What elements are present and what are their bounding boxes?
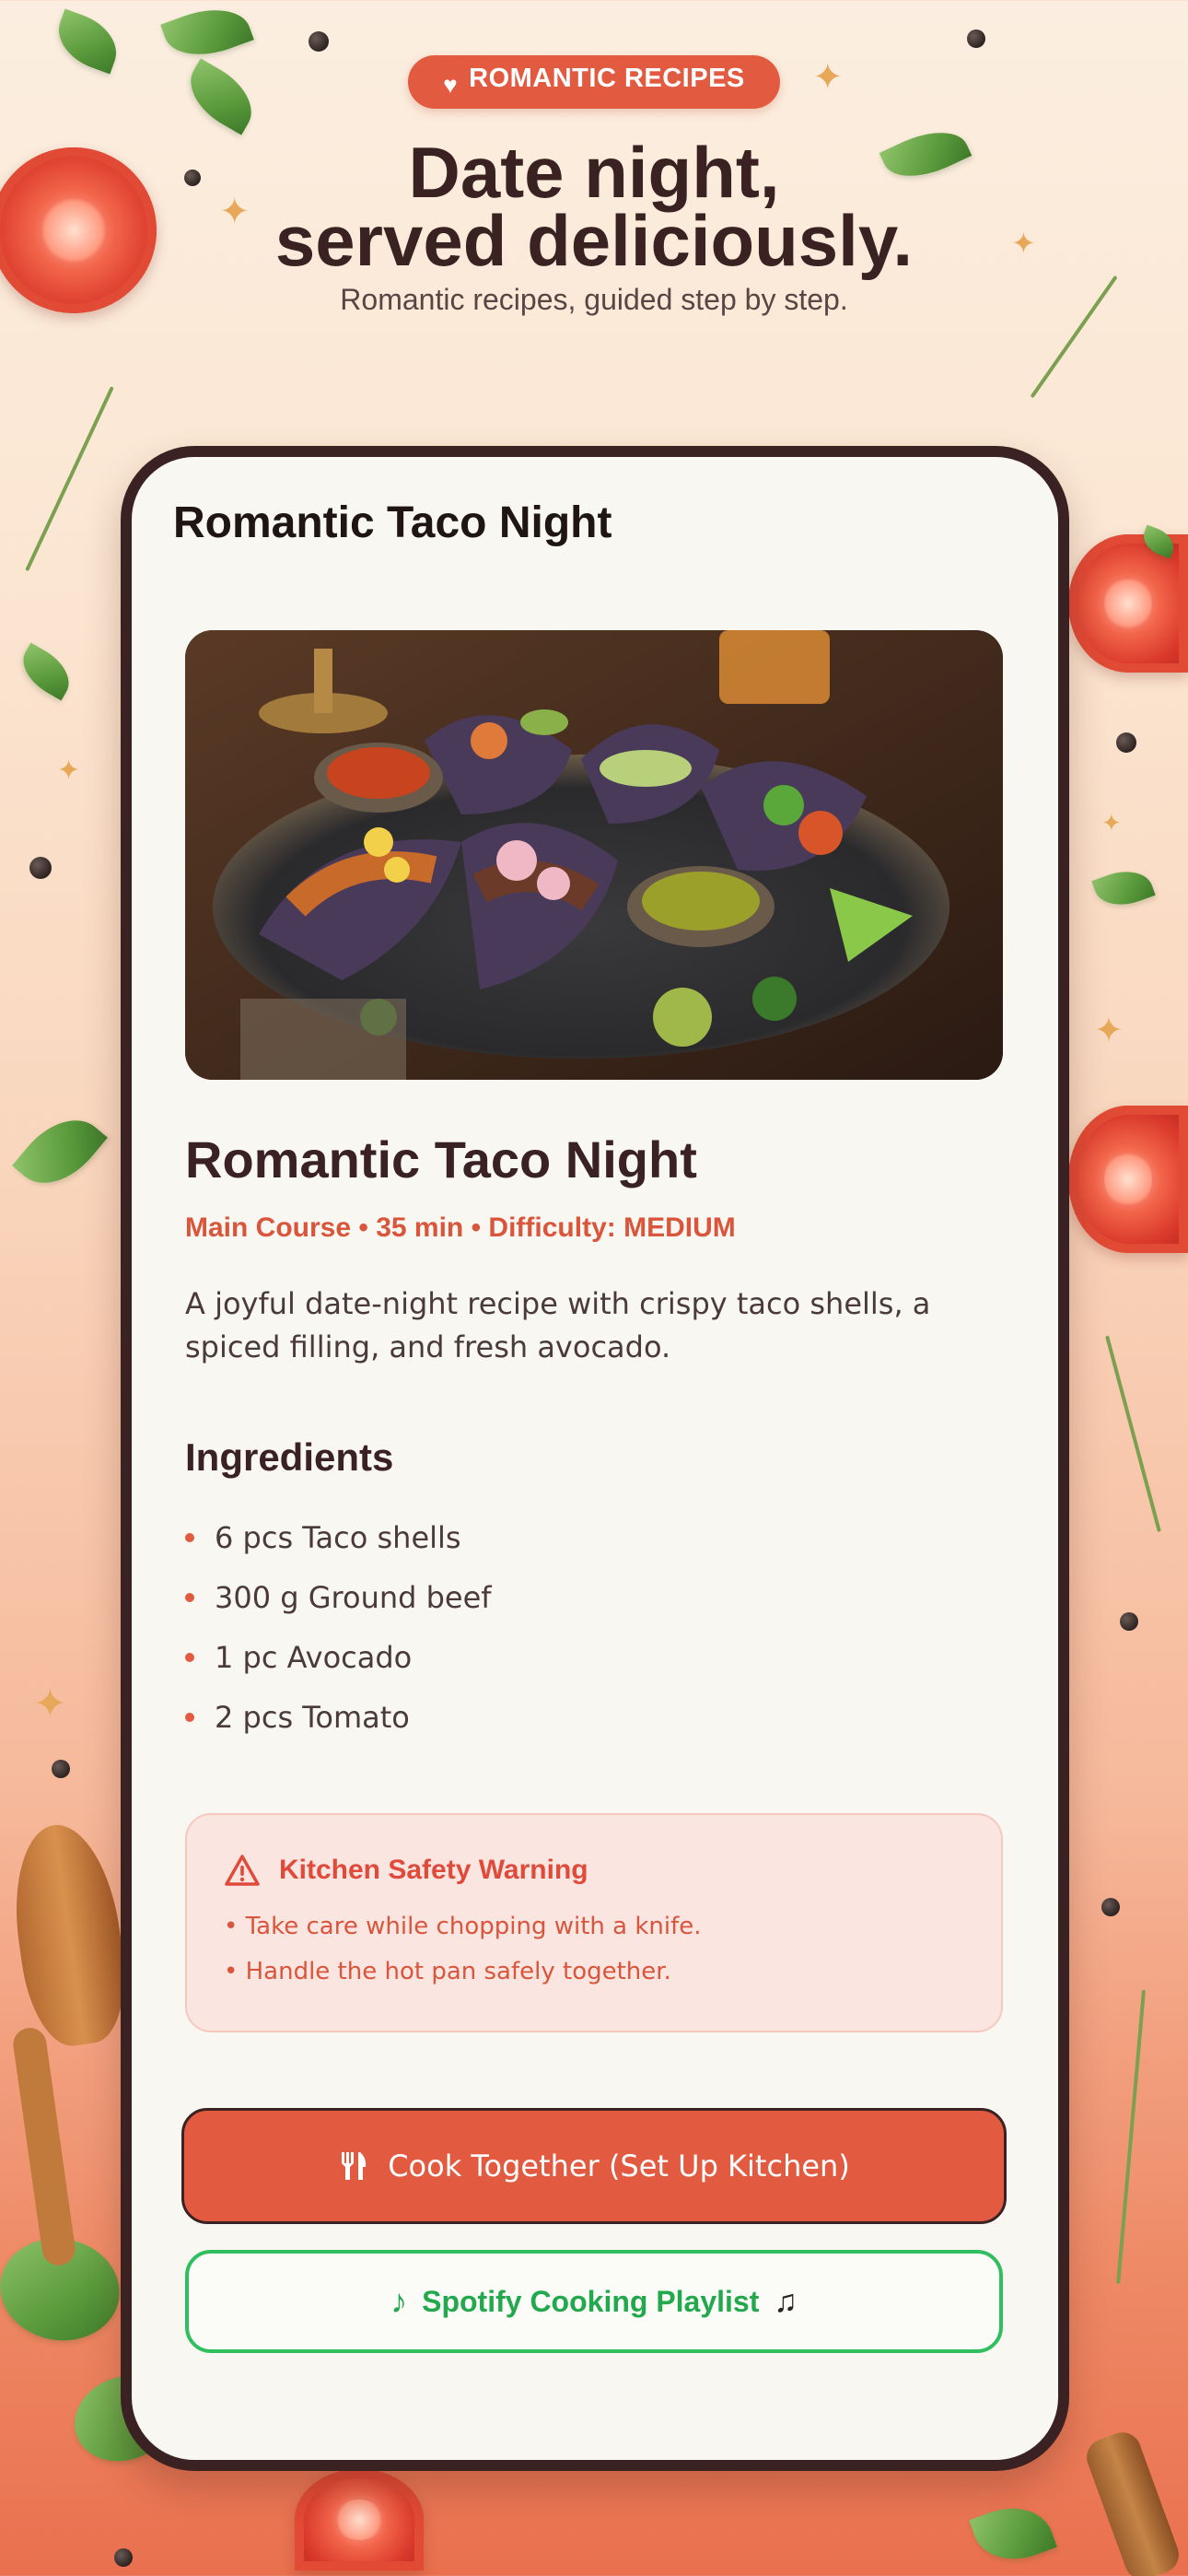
- peppercorn-decoration: [1116, 732, 1136, 753]
- ingredient-item: 2 pcs Tomato: [185, 1687, 492, 1747]
- recipe-card: Romantic Taco Night Romantic Taco Night …: [121, 446, 1069, 2471]
- ingredient-item: 6 pcs Taco shells: [185, 1507, 492, 1567]
- music-note-icon: ♪: [390, 2282, 408, 2320]
- heart-icon: ♥: [443, 70, 459, 99]
- bullet-icon: [185, 1712, 194, 1722]
- ingredient-text: 1 pc Avocado: [215, 1639, 413, 1675]
- bullet-icon: [185, 1592, 194, 1602]
- ingredient-text: 2 pcs Tomato: [215, 1699, 410, 1735]
- recipe-image: [185, 630, 1003, 1080]
- sparkle-decoration: ✦: [57, 755, 81, 786]
- warning-header: Kitchen Safety Warning: [224, 1854, 588, 1887]
- wooden-spoon-handle-decoration: [11, 2025, 77, 2268]
- card-header-title: Romantic Taco Night: [173, 498, 612, 547]
- sparkle-decoration: ✦: [812, 57, 844, 98]
- ingredients-list: 6 pcs Taco shells 300 g Ground beef 1 pc…: [185, 1507, 492, 1747]
- taco-plate-illustration: [185, 630, 1003, 1080]
- sparkle-decoration: ✦: [1101, 809, 1122, 837]
- peppercorn-decoration: [1120, 1612, 1138, 1631]
- kitchen-safety-warning: Kitchen Safety Warning • Take care while…: [185, 1813, 1003, 2032]
- badge-label: ROMANTIC RECIPES: [469, 63, 745, 93]
- warning-triangle-icon: [225, 1855, 260, 1886]
- sparkle-decoration: ✦: [1094, 1012, 1124, 1050]
- hero-title-line2: served deliciously.: [274, 200, 914, 281]
- peppercorn-decoration: [1101, 1898, 1120, 1916]
- ingredient-text: 6 pcs Taco shells: [215, 1519, 461, 1555]
- recipe-meta: Main Course • 35 min • Difficulty: MEDIU…: [185, 1212, 736, 1243]
- romantic-recipes-badge: ♥ ROMANTIC RECIPES: [408, 55, 780, 109]
- tomato-slice-decoration: [295, 2469, 424, 2570]
- herb-stem-decoration: [1116, 1989, 1146, 2284]
- basil-leaf-decoration: [1091, 861, 1156, 915]
- recipe-title: Romantic Taco Night: [185, 1130, 697, 1188]
- hero-title-line1: Date night,: [408, 132, 780, 213]
- herb-stem-decoration: [25, 386, 114, 572]
- bullet-icon: [185, 1532, 194, 1542]
- basil-leaf-decoration: [177, 58, 265, 135]
- wooden-spoon-decoration: [3, 1818, 135, 2052]
- ingredient-text: 300 g Ground beef: [215, 1579, 492, 1615]
- bullet-icon: [185, 1652, 194, 1662]
- spotify-button-label: Spotify Cooking Playlist: [422, 2284, 760, 2318]
- fork-knife-icon: [342, 2152, 367, 2180]
- hero-subtitle: Romantic recipes, guided step by step.: [340, 283, 848, 316]
- peppercorn-decoration: [114, 2548, 133, 2567]
- cook-together-button[interactable]: Cook Together (Set Up Kitchen): [181, 2108, 1007, 2224]
- ingredients-heading: Ingredients: [185, 1435, 394, 1479]
- basil-leaf-decoration: [12, 1102, 108, 1201]
- basil-leaf-decoration: [13, 642, 79, 701]
- warning-item: • Take care while chopping with a knife.: [224, 1913, 702, 1940]
- peppercorn-decoration: [309, 31, 329, 52]
- basil-leaf-decoration: [160, 0, 254, 68]
- whisk-handle-decoration: [1081, 2427, 1184, 2576]
- spotify-playlist-button[interactable]: ♪ Spotify Cooking Playlist ♫: [185, 2250, 1003, 2353]
- warning-title: Kitchen Safety Warning: [279, 1855, 588, 1885]
- ingredient-item: 300 g Ground beef: [185, 1567, 492, 1627]
- basil-leaf-decoration: [49, 8, 126, 75]
- recipe-description: A joyful date-night recipe with crispy t…: [185, 1286, 931, 1364]
- sparkle-decoration: ✦: [33, 1681, 67, 1727]
- peppercorn-decoration: [52, 1760, 70, 1778]
- warning-item: • Handle the hot pan safely together.: [224, 1958, 671, 1985]
- tomato-slice-decoration: [1068, 1106, 1188, 1253]
- music-notes-icon: ♫: [774, 2283, 798, 2319]
- hero-title: Date night, served deliciously.: [0, 132, 1188, 281]
- peppercorn-decoration: [29, 857, 52, 879]
- peppercorn-decoration: [967, 29, 985, 48]
- ingredient-item: 1 pc Avocado: [185, 1627, 492, 1687]
- herb-stem-decoration: [1105, 1335, 1161, 1533]
- cook-button-label: Cook Together (Set Up Kitchen): [388, 2149, 850, 2184]
- basil-leaf-decoration: [969, 2495, 1057, 2572]
